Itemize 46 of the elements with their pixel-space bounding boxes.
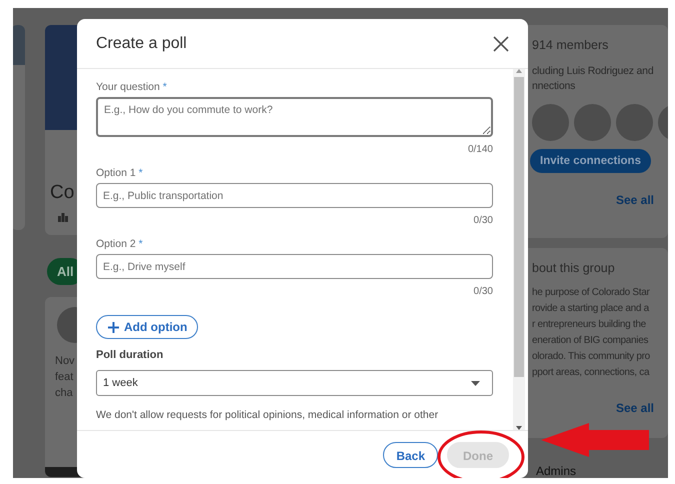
avatar-placeholder bbox=[574, 104, 611, 141]
scroll-up-icon bbox=[516, 69, 522, 73]
input-field[interactable]: E.g., Drive myself bbox=[96, 254, 493, 279]
photo-placeholder bbox=[13, 25, 25, 65]
description-text: he purpose of Colorado Star bbox=[532, 286, 651, 300]
post-text: Nov bbox=[55, 354, 75, 369]
duration-dropdown[interactable]: 1 week bbox=[96, 370, 493, 396]
people-icon bbox=[58, 213, 68, 222]
required-mark: * bbox=[162, 81, 167, 93]
required-mark: * bbox=[138, 167, 143, 179]
description-text: pport areas, connections, ca bbox=[532, 366, 650, 380]
description-text: eneration of BIG companies bbox=[532, 334, 650, 348]
character-counter: 0/30 bbox=[474, 215, 493, 226]
scrollbar[interactable] bbox=[513, 69, 525, 430]
members-text: cluding Luis Rodriguez and bbox=[532, 65, 654, 77]
scroll-down-icon bbox=[516, 426, 522, 430]
description-text: olorado. This community pro bbox=[532, 350, 651, 364]
question-field[interactable]: E.g., How do you commute to work? bbox=[96, 97, 493, 137]
members-text: nnections bbox=[532, 80, 576, 92]
field-label: Option 1 bbox=[96, 167, 136, 179]
field-label: Your question bbox=[96, 81, 160, 93]
group-title: Co bbox=[50, 182, 74, 204]
dialog-title: Create a poll bbox=[96, 34, 187, 52]
character-counter: 0/30 bbox=[474, 286, 493, 297]
close-icon bbox=[493, 36, 509, 52]
field-label: Poll duration bbox=[96, 349, 164, 361]
policy-notice: We don't allow requests for political opinions, medical information or other bbox=[96, 408, 440, 422]
section-title: Admins bbox=[536, 464, 578, 478]
field-label: Option 2 bbox=[96, 238, 136, 250]
post-text: feat bbox=[55, 370, 74, 385]
post-text: cha bbox=[55, 386, 74, 401]
member-count: 914 members bbox=[532, 38, 610, 52]
description-text: r entrepreneurs building the bbox=[532, 318, 647, 332]
plus-icon bbox=[108, 322, 119, 332]
add-option-button[interactable]: Add option bbox=[96, 315, 198, 339]
dialog-button[interactable]: Back bbox=[383, 442, 438, 468]
card-title: bout this group bbox=[532, 261, 616, 275]
avatar-placeholder bbox=[532, 104, 569, 141]
caret-icon bbox=[471, 380, 480, 386]
close-button[interactable] bbox=[491, 34, 511, 54]
description-text: rovide a starting place and a bbox=[532, 302, 650, 316]
avatar-placeholder bbox=[616, 104, 653, 141]
input-field[interactable]: E.g., Public transportation bbox=[96, 183, 493, 208]
character-counter: 0/140 bbox=[468, 144, 493, 155]
required-mark: * bbox=[138, 238, 143, 250]
invite-button[interactable]: Invite connections bbox=[530, 149, 651, 173]
